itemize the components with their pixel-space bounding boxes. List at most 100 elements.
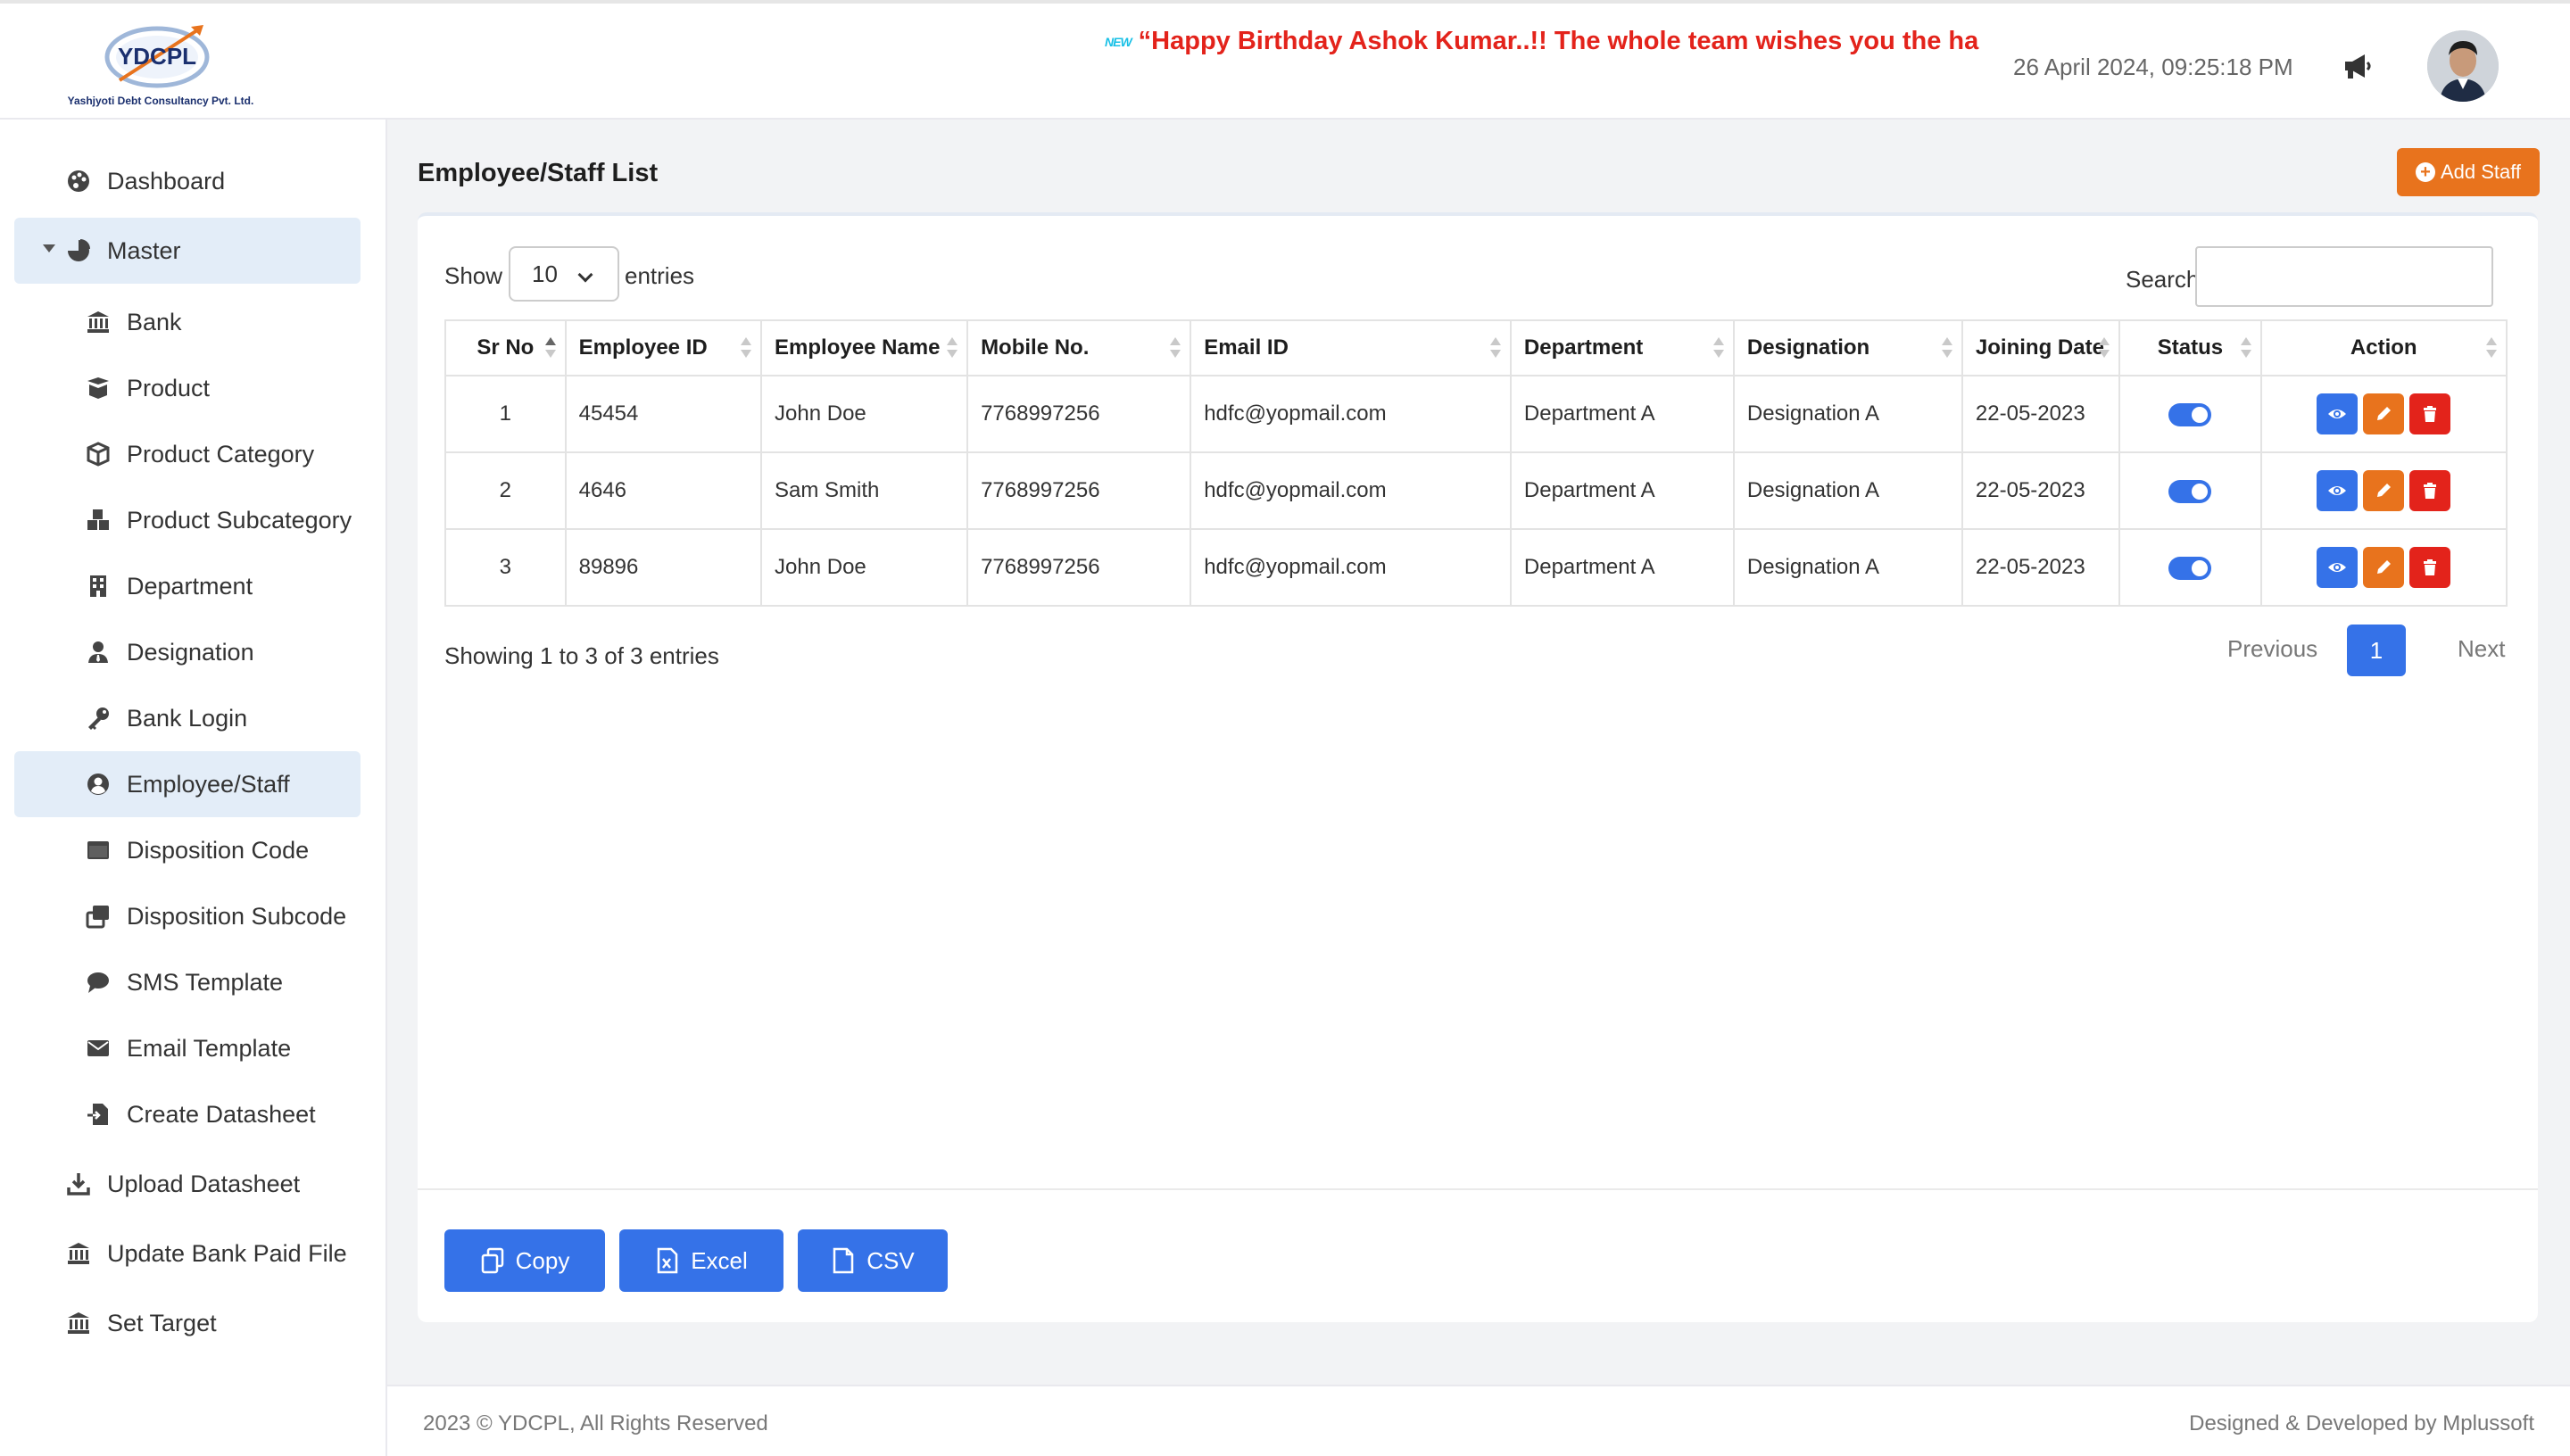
cell-sr-no: 1 — [444, 375, 567, 453]
sidebar-item-department[interactable]: Department — [14, 553, 361, 619]
cell-joining-date: 22-05-2023 — [1961, 375, 2121, 453]
eye-icon — [2328, 410, 2347, 418]
developer-credit[interactable]: Designed & Developed by Mplussoft — [2189, 1411, 2534, 1436]
trash-icon — [2424, 483, 2437, 499]
column-header-action[interactable]: Action — [2259, 319, 2508, 376]
column-header-department[interactable]: Department — [1509, 319, 1735, 376]
sidebar-item-label: SMS Template — [127, 968, 284, 996]
status-toggle[interactable] — [2168, 479, 2212, 503]
pencil-icon — [2377, 407, 2392, 420]
sidebar-item-product-category[interactable]: Product Category — [14, 421, 361, 487]
edit-button[interactable] — [2363, 470, 2405, 511]
view-button[interactable] — [2317, 393, 2359, 434]
cubes-icon — [84, 506, 112, 534]
staff-table: Sr No Employee ID Employee Name Mobile N… — [444, 319, 2508, 607]
cell-status — [2118, 375, 2262, 453]
delete-button[interactable] — [2409, 393, 2451, 434]
trash-icon — [2424, 406, 2437, 422]
column-header-status[interactable]: Status — [2118, 319, 2262, 376]
entries-per-page-select[interactable]: 10 — [509, 246, 619, 302]
company-logo[interactable]: YDCPL Yashjyoti Debt Consultancy Pvt. Lt… — [55, 16, 266, 114]
logo-emblem-icon: YDCPL — [104, 25, 210, 88]
status-toggle[interactable] — [2168, 556, 2212, 580]
pagination-next[interactable]: Next — [2458, 635, 2505, 663]
column-header-mobile-no[interactable]: Mobile No. — [966, 319, 1192, 376]
cell-action — [2259, 375, 2508, 453]
sidebar-item-label: Bank — [127, 308, 182, 335]
sort-icon — [1712, 337, 1724, 362]
csv-button[interactable]: CSV — [798, 1229, 948, 1292]
table-row: 3 89896 John Doe 7768997256 hdfc@yopmail… — [444, 528, 2508, 607]
sidebar-item-disposition-code[interactable]: Disposition Code — [14, 817, 361, 883]
view-button[interactable] — [2317, 470, 2359, 511]
sidebar-item-sms-template[interactable]: SMS Template — [14, 949, 361, 1015]
file-import-icon — [84, 1100, 112, 1129]
column-header-employee-id[interactable]: Employee ID — [564, 319, 763, 376]
excel-button[interactable]: Excel — [619, 1229, 783, 1292]
add-staff-label: Add Staff — [2440, 161, 2522, 183]
sidebar-item-label: Employee/Staff — [127, 770, 290, 798]
pagination-previous[interactable]: Previous — [2227, 635, 2317, 663]
cell-status — [2118, 451, 2262, 530]
sidebar-item-designation[interactable]: Designation — [14, 619, 361, 685]
sidebar-item-upload-datasheet[interactable]: Upload Datasheet — [14, 1151, 361, 1217]
cell-employee-name: Sam Smith — [760, 451, 969, 530]
sidebar-item-disposition-subcode[interactable]: Disposition Subcode — [14, 883, 361, 949]
column-header-email-id[interactable]: Email ID — [1190, 319, 1512, 376]
sidebar-item-product-subcategory[interactable]: Product Subcategory — [14, 487, 361, 553]
sidebar-item-set-target[interactable]: Set Target — [14, 1290, 361, 1356]
view-button[interactable] — [2317, 547, 2359, 588]
sidebar-item-bank-login[interactable]: Bank Login — [14, 685, 361, 751]
search-input[interactable] — [2195, 246, 2493, 307]
caret-down-icon — [43, 244, 55, 252]
file-excel-icon — [657, 1247, 678, 1274]
cell-department: Department A — [1509, 375, 1735, 453]
edit-button[interactable] — [2363, 393, 2405, 434]
delete-button[interactable] — [2409, 547, 2451, 588]
sort-icon — [1170, 337, 1181, 362]
cell-designation: Designation A — [1732, 375, 1963, 453]
sidebar-item-master[interactable]: Master — [14, 218, 361, 284]
sort-icon — [544, 337, 556, 362]
cell-action — [2259, 451, 2508, 530]
envelope-icon — [84, 1034, 112, 1063]
sidebar-item-email-template[interactable]: Email Template — [14, 1015, 361, 1081]
column-header-designation[interactable]: Designation — [1732, 319, 1963, 376]
pencil-icon — [2377, 484, 2392, 497]
user-avatar[interactable] — [2427, 30, 2499, 102]
avatar-photo-icon — [2427, 30, 2499, 102]
cell-email: hdfc@yopmail.com — [1190, 375, 1512, 453]
sort-icon — [741, 337, 752, 362]
status-toggle[interactable] — [2168, 402, 2212, 426]
sidebar-item-bank[interactable]: Bank — [14, 289, 361, 355]
trash-icon — [2424, 559, 2437, 575]
sidebar-item-label: Master — [107, 236, 181, 264]
sidebar-item-dashboard[interactable]: Dashboard — [14, 148, 361, 214]
sidebar-item-product[interactable]: Product — [14, 355, 361, 421]
table-header-row: Sr No Employee ID Employee Name Mobile N… — [444, 319, 2508, 376]
sidebar-item-label: Product Subcategory — [127, 506, 352, 534]
copy-button[interactable]: Copy — [444, 1229, 605, 1292]
cell-designation: Designation A — [1732, 528, 1963, 607]
box-open-icon — [84, 374, 112, 402]
cell-sr-no: 3 — [444, 528, 567, 607]
sidebar-item-update-bank-paid-file[interactable]: Update Bank Paid File — [14, 1220, 361, 1286]
sidebar-item-label: Set Target — [107, 1309, 217, 1336]
pagination-page-1[interactable]: 1 — [2347, 625, 2406, 676]
cell-action — [2259, 528, 2508, 607]
add-staff-button[interactable]: + Add Staff — [2397, 148, 2540, 196]
cell-mobile: 7768997256 — [966, 375, 1192, 453]
megaphone-icon[interactable] — [2342, 52, 2374, 80]
staff-list-card: Show 10 entries Search: Sr No Employee I… — [418, 212, 2538, 1322]
column-header-employee-name[interactable]: Employee Name — [760, 319, 969, 376]
sidebar-item-employee-staff[interactable]: Employee/Staff — [14, 751, 361, 817]
column-header-joining-date[interactable]: Joining Date — [1961, 319, 2121, 376]
download-icon — [64, 1170, 93, 1198]
logo-tagline: Yashjyoti Debt Consultancy Pvt. Ltd. — [67, 95, 254, 107]
sidebar: Dashboard Master Bank Product Product Ca… — [0, 120, 387, 1456]
sidebar-item-create-datasheet[interactable]: Create Datasheet — [14, 1081, 361, 1147]
sidebar-item-label: Dashboard — [107, 167, 226, 194]
column-header-sr-no[interactable]: Sr No — [444, 319, 567, 376]
edit-button[interactable] — [2363, 547, 2405, 588]
delete-button[interactable] — [2409, 470, 2451, 511]
